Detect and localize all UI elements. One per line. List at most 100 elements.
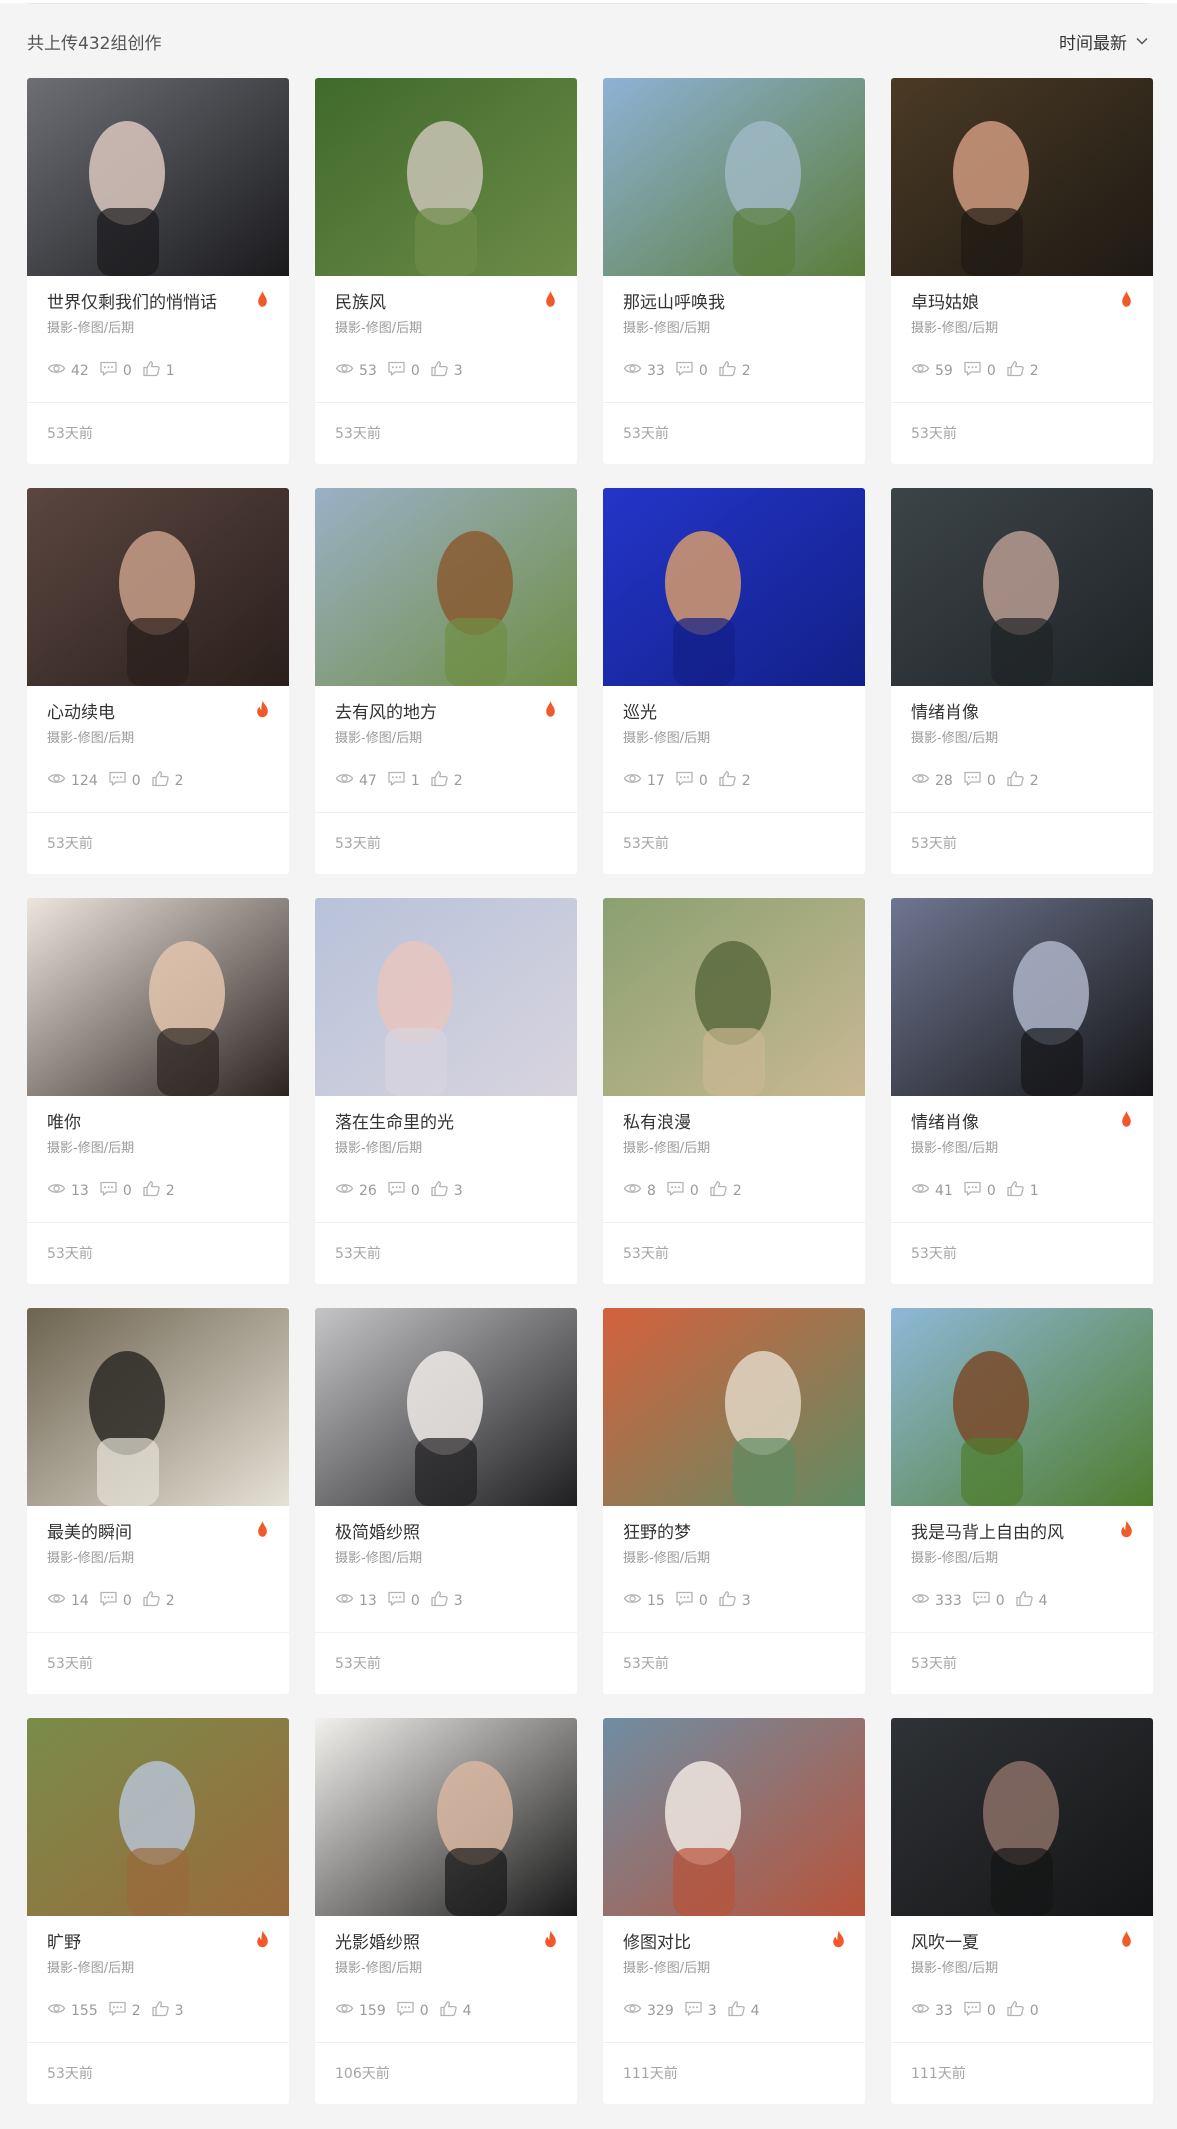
work-thumbnail[interactable] — [27, 78, 289, 276]
work-title[interactable]: 卓玛姑娘 — [911, 288, 1107, 313]
work-thumbnail[interactable] — [315, 488, 577, 686]
work-title[interactable]: 情绪肖像 — [911, 698, 1107, 723]
work-card[interactable]: 去有风的地方 摄影-修图/后期 47 1 2 53天前 — [315, 488, 577, 874]
likes-stat[interactable]: 3 — [718, 1590, 751, 1611]
card-divider — [27, 2042, 289, 2043]
work-title[interactable]: 私有浪漫 — [623, 1108, 819, 1133]
likes-stat[interactable]: 1 — [1006, 1180, 1039, 1201]
work-title[interactable]: 去有风的地方 — [335, 698, 531, 723]
work-info: 心动续电 摄影-修图/后期 124 0 2 53天前 — [27, 686, 289, 874]
work-thumbnail[interactable] — [27, 898, 289, 1096]
work-card[interactable]: 情绪肖像 摄影-修图/后期 28 0 2 53天前 — [891, 488, 1153, 874]
work-card[interactable]: 情绪肖像 摄影-修图/后期 41 0 1 53天前 — [891, 898, 1153, 1284]
work-thumbnail[interactable] — [315, 78, 577, 276]
work-title[interactable]: 世界仅剩我们的悄悄话 — [47, 288, 243, 313]
work-thumbnail[interactable] — [603, 488, 865, 686]
likes-stat[interactable]: 2 — [1006, 360, 1039, 381]
likes-stat[interactable]: 3 — [430, 1180, 463, 1201]
work-card[interactable]: 风吹一夏 摄影-修图/后期 33 0 0 111天前 — [891, 1718, 1153, 2104]
likes-stat[interactable]: 2 — [1006, 770, 1039, 791]
work-card[interactable]: 狂野的梦 摄影-修图/后期 15 0 3 53天前 — [603, 1308, 865, 1694]
work-title[interactable]: 最美的瞬间 — [47, 1518, 243, 1543]
work-title[interactable]: 旷野 — [47, 1928, 243, 1953]
work-title[interactable]: 情绪肖像 — [911, 1108, 1107, 1133]
card-divider — [891, 2042, 1153, 2043]
likes-stat[interactable]: 2 — [151, 770, 184, 791]
work-thumbnail[interactable] — [27, 1308, 289, 1506]
likes-stat[interactable]: 3 — [430, 360, 463, 381]
work-title[interactable]: 极简婚纱照 — [335, 1518, 531, 1543]
work-thumbnail[interactable] — [891, 488, 1153, 686]
work-thumbnail[interactable] — [891, 1718, 1153, 1916]
likes-stat[interactable]: 4 — [439, 2000, 472, 2021]
likes-stat[interactable]: 2 — [718, 770, 751, 791]
comments-stat: 0 — [963, 1180, 996, 1201]
work-card[interactable]: 私有浪漫 摄影-修图/后期 8 0 2 53天前 — [603, 898, 865, 1284]
likes-stat[interactable]: 3 — [151, 2000, 184, 2021]
work-card[interactable]: 民族风 摄影-修图/后期 53 0 3 53天前 — [315, 78, 577, 464]
likes-stat[interactable]: 2 — [718, 360, 751, 381]
likes-stat[interactable]: 4 — [727, 2000, 760, 2021]
work-card[interactable]: 旷野 摄影-修图/后期 155 2 3 53天前 — [27, 1718, 289, 2104]
likes-stat[interactable]: 0 — [1006, 2000, 1039, 2021]
work-card[interactable]: 修图对比 摄影-修图/后期 329 3 4 111天前 — [603, 1718, 865, 2104]
work-info: 极简婚纱照 摄影-修图/后期 13 0 3 53天前 — [315, 1506, 577, 1694]
eye-icon — [47, 360, 66, 381]
work-title[interactable]: 落在生命里的光 — [335, 1108, 531, 1133]
views-stat: 33 — [911, 2000, 953, 2021]
thumbs-up-icon — [430, 360, 449, 381]
likes-stat[interactable]: 2 — [430, 770, 463, 791]
comment-icon — [675, 360, 694, 381]
work-thumbnail[interactable] — [603, 78, 865, 276]
work-card[interactable]: 那远山呼唤我 摄影-修图/后期 33 0 2 53天前 — [603, 78, 865, 464]
likes-stat[interactable]: 2 — [142, 1590, 175, 1611]
work-title[interactable]: 光影婚纱照 — [335, 1928, 531, 1953]
comments-stat: 0 — [396, 2000, 429, 2021]
work-title[interactable]: 狂野的梦 — [623, 1518, 819, 1543]
work-card[interactable]: 最美的瞬间 摄影-修图/后期 14 0 2 53天前 — [27, 1308, 289, 1694]
work-thumbnail[interactable] — [315, 1308, 577, 1506]
work-date: 53天前 — [47, 1246, 93, 1262]
work-thumbnail[interactable] — [27, 488, 289, 686]
likes-stat[interactable]: 3 — [430, 1590, 463, 1611]
work-card[interactable]: 唯你 摄影-修图/后期 13 0 2 53天前 — [27, 898, 289, 1284]
likes-stat[interactable]: 4 — [1015, 1590, 1048, 1611]
eye-icon — [47, 1590, 66, 1611]
likes-count: 4 — [750, 2002, 760, 2019]
work-title[interactable]: 我是马背上自由的风 — [911, 1518, 1107, 1543]
work-date: 53天前 — [335, 1656, 381, 1672]
work-thumbnail[interactable] — [27, 1718, 289, 1916]
work-card[interactable]: 巡光 摄影-修图/后期 17 0 2 53天前 — [603, 488, 865, 874]
likes-stat[interactable]: 1 — [142, 360, 175, 381]
work-title[interactable]: 民族风 — [335, 288, 531, 313]
eye-icon — [335, 770, 354, 791]
work-card[interactable]: 世界仅剩我们的悄悄话 摄影-修图/后期 42 0 1 53天前 — [27, 78, 289, 464]
work-title[interactable]: 风吹一夏 — [911, 1928, 1107, 1953]
work-card[interactable]: 卓玛姑娘 摄影-修图/后期 59 0 2 53天前 — [891, 78, 1153, 464]
work-category: 摄影-修图/后期 — [911, 321, 999, 336]
work-thumbnail[interactable] — [891, 78, 1153, 276]
work-thumbnail[interactable] — [603, 898, 865, 1096]
work-title[interactable]: 修图对比 — [623, 1928, 819, 1953]
work-thumbnail[interactable] — [315, 898, 577, 1096]
views-stat: 33 — [623, 360, 665, 381]
work-card[interactable]: 光影婚纱照 摄影-修图/后期 159 0 4 106天前 — [315, 1718, 577, 2104]
work-card[interactable]: 落在生命里的光 摄影-修图/后期 26 0 3 53天前 — [315, 898, 577, 1284]
work-card[interactable]: 极简婚纱照 摄影-修图/后期 13 0 3 53天前 — [315, 1308, 577, 1694]
work-card[interactable]: 心动续电 摄影-修图/后期 124 0 2 53天前 — [27, 488, 289, 874]
work-thumbnail[interactable] — [891, 898, 1153, 1096]
sort-dropdown[interactable]: 时间最新 — [1059, 29, 1149, 54]
work-card[interactable]: 我是马背上自由的风 摄影-修图/后期 333 0 4 53天前 — [891, 1308, 1153, 1694]
work-thumbnail[interactable] — [315, 1718, 577, 1916]
work-thumbnail[interactable] — [603, 1308, 865, 1506]
work-thumbnail[interactable] — [891, 1308, 1153, 1506]
likes-stat[interactable]: 2 — [709, 1180, 742, 1201]
work-thumbnail[interactable] — [603, 1718, 865, 1916]
work-title[interactable]: 心动续电 — [47, 698, 243, 723]
work-title[interactable]: 那远山呼唤我 — [623, 288, 819, 313]
work-title[interactable]: 巡光 — [623, 698, 819, 723]
likes-stat[interactable]: 2 — [142, 1180, 175, 1201]
work-title[interactable]: 唯你 — [47, 1108, 243, 1133]
likes-count: 4 — [1038, 1592, 1048, 1609]
views-stat: 15 — [623, 1590, 665, 1611]
